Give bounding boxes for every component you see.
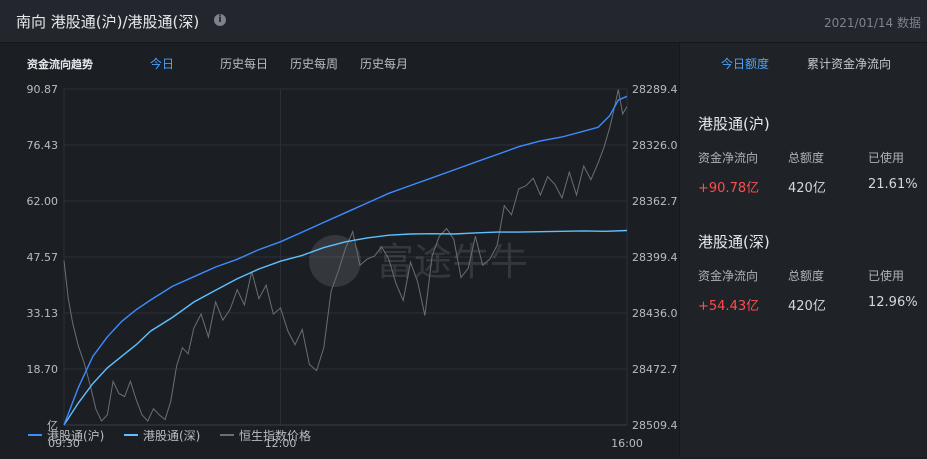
market-hu-head-flow: 资金净流向 xyxy=(698,151,759,165)
tab-cumulative-flow[interactable]: 累计资金净流向 xyxy=(807,55,891,72)
market-hu-title: 港股通(沪) xyxy=(698,115,770,133)
market-shen-head-flow: 资金净流向 xyxy=(698,269,759,283)
market-shen-quota: 420亿 xyxy=(788,299,826,314)
left-tick-label: 47.57 xyxy=(27,251,59,264)
market-shen-head-quota: 总额度 xyxy=(788,269,825,283)
left-axis-ticks: 90.8776.4362.0047.5733.1318.70亿 xyxy=(27,83,59,432)
quota-panel: 今日额度 累计资金净流向 港股通(沪) 资金净流向 总额度 已使用 +90.78… xyxy=(679,43,927,457)
left-tick-label: 18.70 xyxy=(27,363,59,376)
market-hu-head-quota: 总额度 xyxy=(788,151,825,165)
market-hu-head-used: 已使用 xyxy=(868,151,905,165)
right-tick-label: 28362.7 xyxy=(632,195,678,208)
legend-shen-swatch xyxy=(124,434,138,436)
header-bar: 南向 港股通(沪)/港股通(深) i 2021/01/14 数据 xyxy=(0,0,927,43)
legend-index-label: 恒生指数价格 xyxy=(239,429,312,443)
tab-history-weekly[interactable]: 历史每周 xyxy=(290,55,338,72)
market-hu-flow: +90.78亿 xyxy=(698,181,760,196)
left-tick-label: 33.13 xyxy=(27,307,59,320)
market-shen-used: 12.96% xyxy=(868,295,918,310)
tab-today-quota[interactable]: 今日额度 xyxy=(721,55,769,72)
right-tick-label: 28472.7 xyxy=(632,363,678,376)
legend-index-swatch xyxy=(220,434,234,436)
market-hu-quota: 420亿 xyxy=(788,181,826,196)
left-tick-label: 90.87 xyxy=(27,83,59,96)
market-hu-used: 21.61% xyxy=(868,177,918,192)
right-tick-label: 28289.4 xyxy=(632,83,678,96)
info-icon[interactable]: i xyxy=(214,14,226,26)
market-shen-head-used: 已使用 xyxy=(868,269,905,283)
trend-label: 资金流向趋势 xyxy=(27,58,93,71)
x-axis-ticks: 09:30 12:00 16:00 xyxy=(48,437,643,450)
tab-history-monthly[interactable]: 历史每月 xyxy=(360,55,408,72)
market-shen-flow: +54.43亿 xyxy=(698,299,760,314)
chart-panel: 资金流向趋势 今日 历史每日 历史每周 历史每月 富途牛牛 90.87 76.43… xyxy=(0,43,678,457)
market-shen-title: 港股通(深) xyxy=(698,233,770,251)
legend-hu-swatch xyxy=(28,434,42,436)
tab-history-daily[interactable]: 历史每日 xyxy=(220,55,268,72)
right-tick-label: 28436.0 xyxy=(632,307,678,320)
tab-today[interactable]: 今日 xyxy=(150,55,174,72)
page-title: 南向 港股通(沪)/港股通(深) xyxy=(16,13,200,31)
fund-flow-chart: 富途牛牛 90.8776.4362.0047.5733.1318.70亿 282… xyxy=(27,83,678,450)
left-tick-label: 76.43 xyxy=(27,139,59,152)
legend-hu-label: 港股通(沪) xyxy=(47,429,105,443)
watermark-text: 富途牛牛 xyxy=(376,240,528,284)
right-axis-ticks: 28289.4 28326.0 28362.7 28399.4 28436.0 28472… xyxy=(632,83,678,432)
data-date: 2021/01/14 数据 xyxy=(824,16,921,30)
period-tabs: 资金流向趋势 今日 历史每日 历史每周 历史每月 xyxy=(0,43,678,79)
right-tick-label: 28509.4 xyxy=(632,419,678,432)
left-tick-label: 62.00 xyxy=(27,195,59,208)
right-tick-label: 28326.0 xyxy=(632,139,678,152)
x-tick-label: 16:00 xyxy=(611,437,643,450)
right-tick-label: 28399.4 xyxy=(632,251,678,264)
legend-shen-label: 港股通(深) xyxy=(143,429,201,443)
